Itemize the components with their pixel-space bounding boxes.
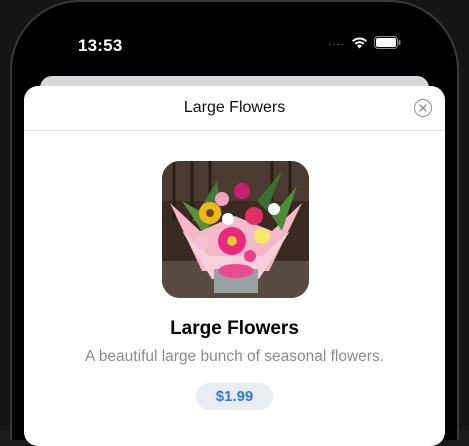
sheet-title: Large Flowers: [183, 99, 286, 116]
sheet-header: Large Flowers: [24, 86, 445, 131]
product-sheet: Large Flowers Large Flowers A beautiful …: [24, 86, 445, 446]
product-description: A beautiful large bunch of seasonal flow…: [85, 348, 384, 365]
close-icon: [419, 104, 427, 112]
price-label: $1.99: [215, 388, 254, 405]
close-button[interactable]: [414, 99, 432, 117]
product-name: Large Flowers: [170, 318, 299, 339]
status-icons: ····: [328, 36, 401, 54]
flower-bouquet-illustration: [162, 161, 309, 298]
price-button[interactable]: $1.99: [196, 383, 273, 410]
battery-icon: [374, 36, 401, 54]
status-time: 13:53: [78, 36, 123, 55]
cellular-signal-indicator: ····: [328, 39, 346, 50]
status-bar: 13:53 ····: [0, 0, 469, 80]
product-image: [162, 161, 309, 298]
wifi-icon: [351, 36, 368, 54]
